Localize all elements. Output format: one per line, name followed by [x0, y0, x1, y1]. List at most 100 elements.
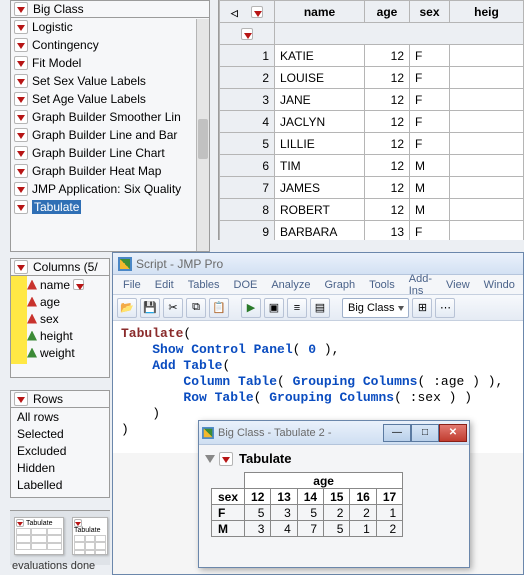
- table-corner[interactable]: ◁: [220, 1, 275, 23]
- tabulate-table: age sex 121314151617 F535221M347512: [211, 472, 403, 537]
- datatable-combo[interactable]: Big Class: [342, 298, 409, 318]
- minimize-button[interactable]: —: [383, 424, 411, 442]
- column-item[interactable]: weight: [27, 344, 107, 361]
- tb-cut-icon[interactable]: ✂: [163, 298, 183, 318]
- sex-header: sex: [212, 489, 245, 505]
- disclosure-icon[interactable]: [14, 110, 28, 124]
- menu-graph[interactable]: Graph: [318, 278, 361, 292]
- editor-toolbar: 📂 💾 ✂ ⧉ 📋 ▶ ▣ ≡ ▤ Big Class ⊞ ⋯: [113, 295, 523, 321]
- disclosure-icon[interactable]: [14, 182, 28, 196]
- disclosure-icon[interactable]: [14, 20, 28, 34]
- maximize-button[interactable]: □: [411, 424, 439, 442]
- columns-panel-title: Columns (5/: [33, 260, 98, 274]
- script-item[interactable]: JMP Application: Six Quality: [11, 180, 209, 198]
- script-item[interactable]: Logistic: [11, 18, 209, 36]
- col-sex[interactable]: sex: [410, 1, 450, 23]
- status-text: evaluations done: [12, 560, 95, 572]
- disclosure-icon[interactable]: [14, 38, 28, 52]
- row-selector-corner[interactable]: [220, 23, 275, 45]
- menu-analyze[interactable]: Analyze: [265, 278, 316, 292]
- tb-copy-icon[interactable]: ⧉: [186, 298, 206, 318]
- col-age[interactable]: age: [365, 1, 410, 23]
- scripts-scrollbar[interactable]: [196, 19, 209, 251]
- script-item[interactable]: Graph Builder Heat Map: [11, 162, 209, 180]
- disclosure-icon[interactable]: [14, 56, 28, 70]
- column-item[interactable]: name: [27, 276, 107, 293]
- data-table: ◁ name age sex heig 1KATIE12F2LOUISE12F3…: [218, 0, 524, 240]
- disclosure-icon[interactable]: [14, 2, 28, 16]
- column-item[interactable]: sex: [27, 310, 107, 327]
- tb-save-icon[interactable]: 💾: [140, 298, 160, 318]
- table-row[interactable]: 1KATIE12F: [220, 45, 524, 67]
- modeling-type-icon: [27, 280, 37, 290]
- col-height[interactable]: heig: [450, 1, 524, 23]
- editor-title: Script - JMP Pro: [136, 257, 223, 271]
- disclosure-icon[interactable]: [14, 92, 28, 106]
- column-item[interactable]: height: [27, 327, 107, 344]
- thumbnail-tabulate-2[interactable]: Tabulate: [72, 517, 108, 555]
- column-item[interactable]: age: [27, 293, 107, 310]
- menu-edit[interactable]: Edit: [149, 278, 180, 292]
- scripts-panel-header[interactable]: Big Class: [11, 1, 209, 18]
- table-row[interactable]: 5LILLIE12F: [220, 133, 524, 155]
- disclosure-icon[interactable]: [14, 164, 28, 178]
- menu-view[interactable]: View: [440, 278, 476, 292]
- menu-tools[interactable]: Tools: [363, 278, 401, 292]
- menu-file[interactable]: File: [117, 278, 147, 292]
- rows-panel-header[interactable]: Rows: [11, 391, 109, 408]
- thumbnail-tabulate-1[interactable]: Tabulate: [14, 517, 64, 555]
- outline-triangle-icon[interactable]: [205, 455, 215, 463]
- columns-panel-header[interactable]: Columns (5/: [11, 259, 109, 276]
- table-row[interactable]: 6TIM12M: [220, 155, 524, 177]
- editor-titlebar[interactable]: Script - JMP Pro: [113, 253, 523, 275]
- rows-filter-item[interactable]: All rows: [13, 408, 107, 425]
- table-row[interactable]: 8ROBERT12M: [220, 199, 524, 221]
- menu-doe[interactable]: DOE: [228, 278, 264, 292]
- disclosure-icon[interactable]: [14, 74, 28, 88]
- table-row[interactable]: 2LOUISE12F: [220, 67, 524, 89]
- rows-filter-item[interactable]: Hidden: [13, 459, 107, 476]
- col-name[interactable]: name: [275, 1, 365, 23]
- tb-run-icon[interactable]: ▶: [241, 298, 261, 318]
- rows-filter-item[interactable]: Selected: [13, 425, 107, 442]
- modeling-type-icon: [27, 314, 37, 324]
- tabulate-row: M347512: [212, 521, 403, 537]
- table-row[interactable]: 9BARBARA13F: [220, 221, 524, 241]
- tb-open-icon[interactable]: 📂: [117, 298, 137, 318]
- tb-log-icon[interactable]: ▤: [310, 298, 330, 318]
- tb-debug-icon[interactable]: ▣: [264, 298, 284, 318]
- age-col: 17: [376, 489, 402, 505]
- tb-paste-icon[interactable]: 📋: [209, 298, 229, 318]
- menu-addins[interactable]: Add-Ins: [403, 272, 438, 298]
- table-row[interactable]: 4JACLYN12F: [220, 111, 524, 133]
- menu-tables[interactable]: Tables: [182, 278, 226, 292]
- jmp-icon: [202, 427, 214, 439]
- tb-link-icon[interactable]: ⊞: [412, 298, 432, 318]
- disclosure-icon[interactable]: [14, 146, 28, 160]
- rows-filter-item[interactable]: Excluded: [13, 442, 107, 459]
- tabulate-titlebar[interactable]: Big Class - Tabulate 2 - — □ ✕: [199, 421, 469, 445]
- script-item[interactable]: Tabulate: [11, 198, 209, 216]
- disclosure-icon[interactable]: [14, 392, 28, 406]
- script-item[interactable]: Graph Builder Smoother Lin: [11, 108, 209, 126]
- age-col: 16: [350, 489, 376, 505]
- rows-panel-title: Rows: [33, 392, 63, 406]
- script-item[interactable]: Graph Builder Line Chart: [11, 144, 209, 162]
- tb-format-icon[interactable]: ≡: [287, 298, 307, 318]
- script-item[interactable]: Graph Builder Line and Bar: [11, 126, 209, 144]
- menu-window[interactable]: Windo: [478, 278, 521, 292]
- rows-filter-item[interactable]: Labelled: [13, 476, 107, 493]
- disclosure-icon[interactable]: [14, 200, 28, 214]
- disclosure-icon[interactable]: [14, 128, 28, 142]
- disclosure-icon[interactable]: [14, 260, 28, 274]
- tb-more-icon[interactable]: ⋯: [435, 298, 455, 318]
- script-item[interactable]: Fit Model: [11, 54, 209, 72]
- script-item[interactable]: Contingency: [11, 36, 209, 54]
- close-button[interactable]: ✕: [439, 424, 467, 442]
- disclosure-icon[interactable]: [219, 452, 233, 466]
- table-row[interactable]: 3JANE12F: [220, 89, 524, 111]
- script-item[interactable]: Set Sex Value Labels: [11, 72, 209, 90]
- rows-panel: Rows All rowsSelectedExcludedHiddenLabel…: [10, 390, 110, 498]
- script-item[interactable]: Set Age Value Labels: [11, 90, 209, 108]
- table-row[interactable]: 7JAMES12M: [220, 177, 524, 199]
